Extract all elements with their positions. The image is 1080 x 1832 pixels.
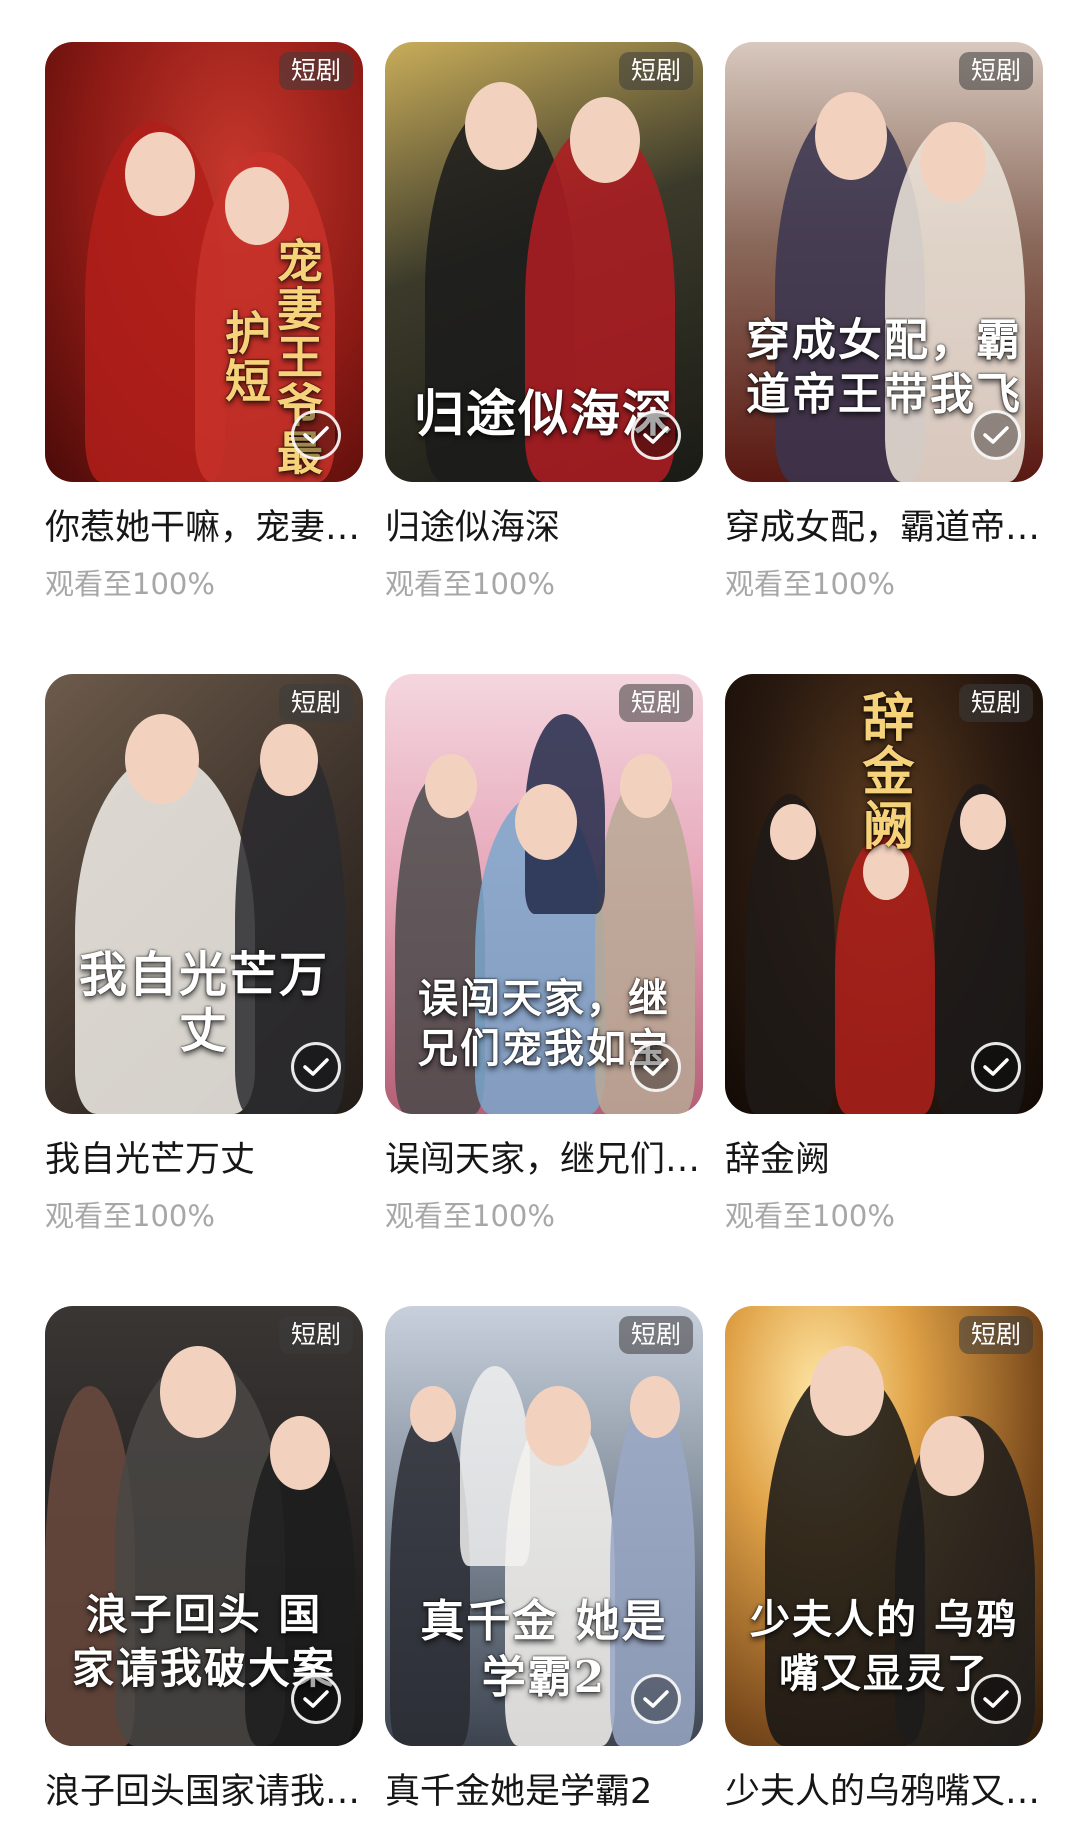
- checkmark-icon[interactable]: [291, 1042, 341, 1092]
- watch-progress: 观看至100%: [45, 567, 215, 601]
- short-drama-badge: 短剧: [958, 1316, 1033, 1354]
- watch-progress: 观看至100%: [725, 1199, 895, 1233]
- checkmark-icon[interactable]: [291, 1674, 341, 1724]
- short-drama-badge: 短剧: [958, 52, 1033, 90]
- drama-card-6[interactable]: 辞金阙 短剧 辞金阙 观看至100%: [725, 674, 1043, 1236]
- watch-progress: 观看至100%: [725, 567, 895, 601]
- checkmark-icon[interactable]: [971, 1042, 1021, 1092]
- checkmark-icon[interactable]: [631, 1674, 681, 1724]
- drama-card-1[interactable]: 宠妻王爷最护短 短剧 你惹她干嘛，宠妻王爷最护短 观看至100%: [45, 42, 363, 604]
- drama-poster[interactable]: 误闯天家，继兄们宠我如宝 短剧: [385, 674, 703, 1114]
- watch-progress: 观看至100%: [385, 567, 555, 601]
- short-drama-badge: 短剧: [278, 52, 353, 90]
- drama-title[interactable]: 浪子回头国家请我破大案: [45, 1768, 363, 1816]
- checkmark-icon[interactable]: [291, 410, 341, 460]
- drama-poster[interactable]: 宠妻王爷最护短 短剧: [45, 42, 363, 482]
- short-drama-badge: 短剧: [618, 1316, 693, 1354]
- poster-title: 穿成女配，霸道帝王带我飞: [746, 315, 1022, 420]
- drama-title[interactable]: 误闯天家，继兄们宠我如宝: [385, 1136, 703, 1184]
- drama-title[interactable]: 真千金她是学霸2: [385, 1768, 703, 1816]
- poster-title: 辞金阙: [853, 690, 914, 852]
- short-drama-badge: 短剧: [958, 684, 1033, 722]
- short-drama-badge: 短剧: [278, 1316, 353, 1354]
- drama-card-5[interactable]: 误闯天家，继兄们宠我如宝 短剧 误闯天家，继兄们宠我如宝 观看至100%: [385, 674, 703, 1236]
- watch-progress: 观看至100%: [385, 1199, 555, 1233]
- drama-poster[interactable]: 穿成女配，霸道帝王带我飞 短剧: [725, 42, 1043, 482]
- drama-card-4[interactable]: 我自光芒万丈 短剧 我自光芒万丈 观看至100%: [45, 674, 363, 1236]
- drama-card-2[interactable]: 归途似海深 短剧 归途似海深 观看至100%: [385, 42, 703, 604]
- checkmark-icon[interactable]: [631, 410, 681, 460]
- drama-poster[interactable]: 少夫人的 乌鸦嘴又显灵了 短剧: [725, 1306, 1043, 1746]
- drama-title[interactable]: 少夫人的乌鸦嘴又显灵了: [725, 1768, 1043, 1816]
- drama-poster[interactable]: 浪子回头 国家请我破大案 短剧: [45, 1306, 363, 1746]
- short-drama-badge: 短剧: [618, 684, 693, 722]
- drama-poster[interactable]: 归途似海深 短剧: [385, 42, 703, 482]
- drama-card-7[interactable]: 浪子回头 国家请我破大案 短剧 浪子回头国家请我破大案: [45, 1306, 363, 1816]
- watch-history-grid: 宠妻王爷最护短 短剧 你惹她干嘛，宠妻王爷最护短 观看至100% 归途似海深 短…: [0, 0, 1080, 1832]
- poster-title: 我自光芒万丈: [78, 947, 329, 1059]
- drama-card-3[interactable]: 穿成女配，霸道帝王带我飞 短剧 穿成女配，霸道帝王带我飞 观看至100%: [725, 42, 1043, 604]
- checkmark-icon[interactable]: [631, 1042, 681, 1092]
- drama-card-9[interactable]: 少夫人的 乌鸦嘴又显灵了 短剧 少夫人的乌鸦嘴又显灵了: [725, 1306, 1043, 1816]
- checkmark-icon[interactable]: [971, 410, 1021, 460]
- drama-title[interactable]: 我自光芒万丈: [45, 1136, 363, 1184]
- watch-progress: 观看至100%: [45, 1199, 215, 1233]
- drama-title[interactable]: 你惹她干嘛，宠妻王爷最护短: [45, 504, 363, 552]
- drama-title[interactable]: 辞金阙: [725, 1136, 1043, 1184]
- short-drama-badge: 短剧: [278, 684, 353, 722]
- short-drama-badge: 短剧: [618, 52, 693, 90]
- drama-poster[interactable]: 辞金阙 短剧: [725, 674, 1043, 1114]
- drama-title[interactable]: 穿成女配，霸道帝王带我飞: [725, 504, 1043, 552]
- drama-card-8[interactable]: 真千金 她是学霸2 短剧 真千金她是学霸2: [385, 1306, 703, 1816]
- drama-poster[interactable]: 真千金 她是学霸2 短剧: [385, 1306, 703, 1746]
- drama-poster[interactable]: 我自光芒万丈 短剧: [45, 674, 363, 1114]
- drama-title[interactable]: 归途似海深: [385, 504, 703, 552]
- checkmark-icon[interactable]: [971, 1674, 1021, 1724]
